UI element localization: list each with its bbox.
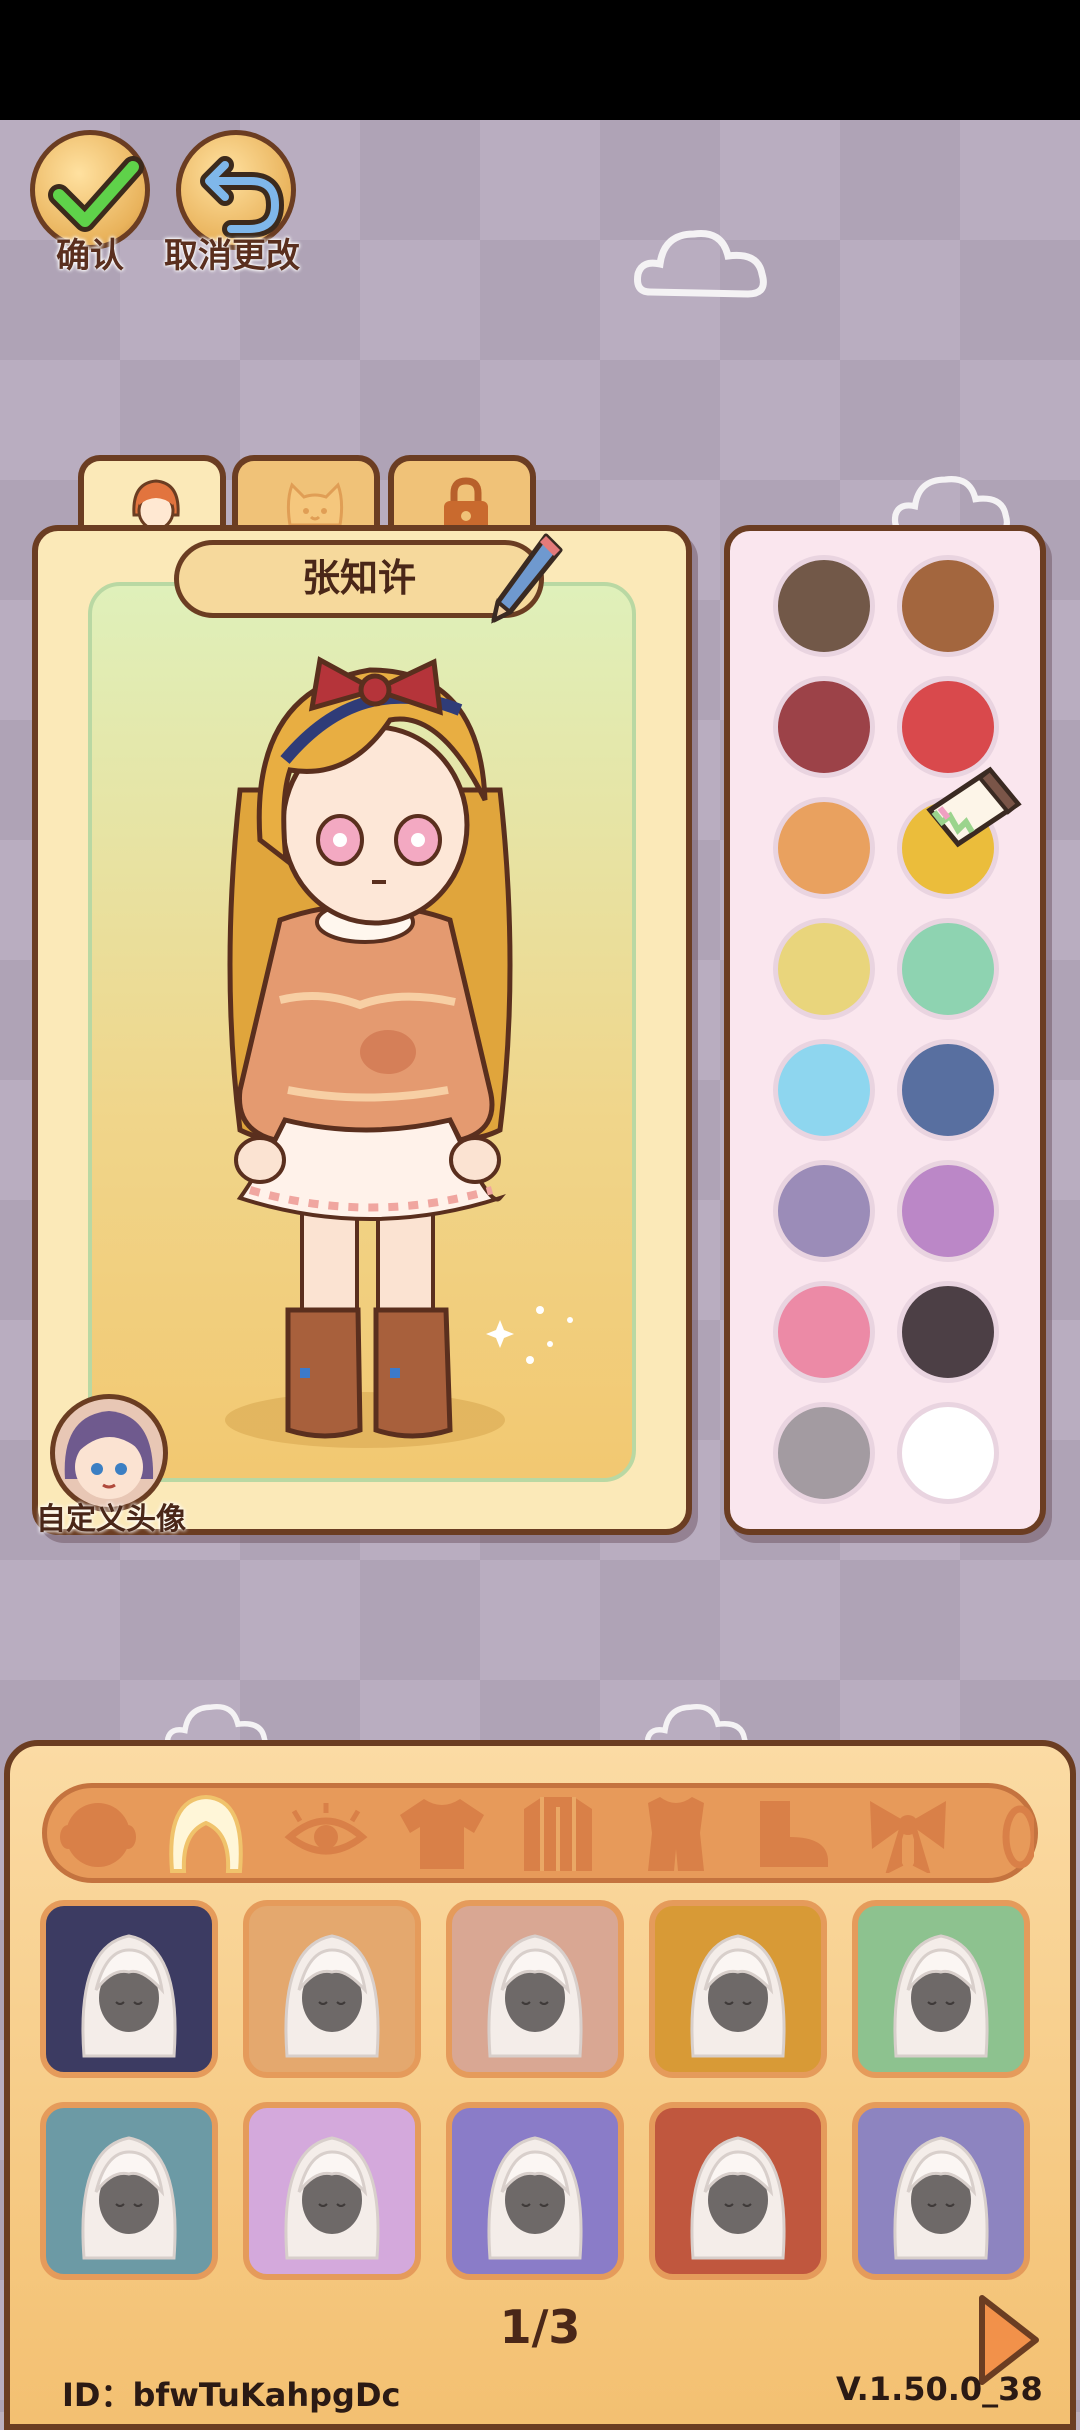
color-swatch[interactable]	[897, 555, 999, 657]
hair-preview-icon	[487, 2136, 583, 2260]
color-swatch[interactable]	[773, 1281, 875, 1383]
pencil-icon[interactable]	[488, 528, 568, 628]
color-swatch[interactable]	[773, 797, 875, 899]
color-palette-panel	[724, 525, 1046, 1535]
hair-preview-icon	[487, 1934, 583, 2058]
color-swatch[interactable]	[773, 676, 875, 778]
category-hair[interactable]	[160, 1793, 252, 1873]
color-swatch[interactable]	[773, 1402, 875, 1504]
color-swatch[interactable]	[897, 1160, 999, 1262]
color-swatch[interactable]	[897, 918, 999, 1020]
color-swatch[interactable]	[897, 1039, 999, 1141]
hair-preview-icon	[284, 2136, 380, 2260]
paint-cup-icon	[926, 766, 1022, 848]
hair-preview-icon	[690, 1934, 786, 2058]
category-face[interactable]	[52, 1793, 144, 1873]
player-id: ID：bfwTuKahpgDc	[62, 2376, 401, 2414]
hair-item-card[interactable]	[40, 2102, 218, 2280]
sparkles-decoration	[486, 1306, 573, 1364]
bow-icon	[870, 1801, 946, 1875]
hair-item-card[interactable]	[243, 2102, 421, 2280]
hair-item-card[interactable]	[243, 1900, 421, 2078]
color-swatch[interactable]	[773, 918, 875, 1020]
avatar-face-icon	[64, 1411, 154, 1499]
category-top[interactable]	[396, 1793, 488, 1873]
category-coat[interactable]	[512, 1793, 604, 1873]
category-outfit[interactable]	[630, 1793, 722, 1873]
version-label: V.1.50.0_38	[836, 2370, 1043, 2408]
category-accessory[interactable]	[862, 1793, 954, 1875]
shirt-icon	[400, 1799, 484, 1869]
color-swatch[interactable]	[773, 555, 875, 657]
color-swatch[interactable]	[897, 1402, 999, 1504]
ring-icon	[1002, 1805, 1034, 1869]
custom-avatar-label: 自定义头像	[36, 1502, 186, 1537]
color-swatch[interactable]	[773, 1039, 875, 1141]
coat-icon	[524, 1797, 592, 1871]
cancel-changes-label: 取消更改	[164, 236, 300, 276]
hair-preview-icon	[690, 2136, 786, 2260]
hair-item-card[interactable]	[649, 1900, 827, 2078]
hair-preview-icon	[81, 2136, 177, 2260]
cloud-decoration	[634, 229, 767, 298]
color-swatch[interactable]	[897, 1281, 999, 1383]
shoe-icon	[760, 1801, 828, 1867]
status-bar	[0, 0, 1080, 120]
tab-locked[interactable]	[388, 455, 536, 535]
category-eyes[interactable]	[280, 1793, 372, 1873]
hair-icon	[169, 1794, 243, 1873]
hair-preview-icon	[81, 1934, 177, 2058]
hair-item-card[interactable]	[649, 2102, 827, 2280]
hair-item-card[interactable]	[446, 1900, 624, 2078]
hair-item-card[interactable]	[852, 1900, 1030, 2078]
face-icon	[60, 1803, 136, 1867]
page-indicator: 1/3	[499, 2300, 581, 2354]
hair-preview-icon	[893, 2136, 989, 2260]
hair-preview-icon	[893, 1934, 989, 2058]
eye-icon	[284, 1803, 368, 1855]
confirm-label: 确认	[56, 236, 124, 276]
hair-preview-icon	[284, 1934, 380, 2058]
tab-pet[interactable]	[232, 455, 380, 535]
dress-icon	[648, 1797, 704, 1871]
hair-item-card[interactable]	[852, 2102, 1030, 2280]
hair-item-card[interactable]	[446, 2102, 624, 2280]
category-more[interactable]	[990, 1793, 1034, 1873]
hair-item-card[interactable]	[40, 1900, 218, 2078]
color-swatch[interactable]	[773, 1160, 875, 1262]
category-shoes[interactable]	[746, 1793, 838, 1873]
